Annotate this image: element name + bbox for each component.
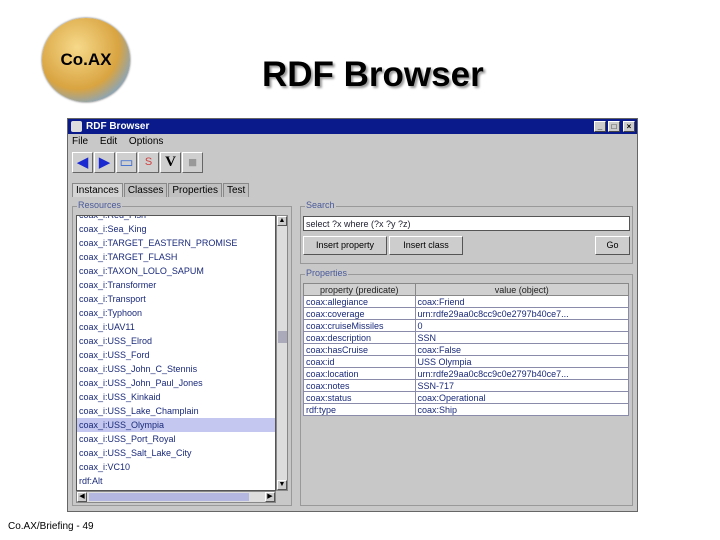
title-bar: RDF Browser _ □ × <box>68 119 637 134</box>
property-row[interactable]: coax:coverage urn:rdfe29aa0c8cc9c0e2797b4… <box>303 307 630 320</box>
resource-list-item[interactable]: coax_i:TARGET_FLASH <box>77 250 275 264</box>
resource-list-item[interactable]: coax_i:USS_John_C_Stennis <box>77 362 275 376</box>
slide-title: RDF Browser <box>262 55 484 94</box>
resource-list-item[interactable]: rdf:Alt <box>77 474 275 488</box>
property-row[interactable]: coax:id USS Olympia <box>303 355 630 368</box>
resource-list-item[interactable]: coax_i:USS_Lake_Champlain <box>77 404 275 418</box>
hscroll-thumb[interactable] <box>89 493 249 501</box>
properties-table: property (predicate) value (object) coax… <box>303 283 630 416</box>
close-button[interactable]: × <box>623 121 635 132</box>
property-value[interactable]: SSN <box>414 331 630 344</box>
scroll-thumb[interactable] <box>278 331 287 343</box>
property-value[interactable]: coax:Friend <box>414 295 630 308</box>
coax-logo: Co.AX <box>42 18 130 102</box>
property-predicate[interactable]: coax:coverage <box>303 307 416 320</box>
maximize-button[interactable]: □ <box>608 121 620 132</box>
resource-list-item[interactable]: coax_i:TARGET_EASTERN_PROMISE <box>77 236 275 250</box>
column-header-property[interactable]: property (predicate) <box>303 283 416 296</box>
tab-test[interactable]: Test <box>222 183 250 197</box>
property-predicate[interactable]: coax:cruiseMissiles <box>303 319 416 332</box>
property-value[interactable]: coax:False <box>414 343 630 356</box>
property-predicate[interactable]: rdf:type <box>303 403 416 416</box>
resource-list-item[interactable]: coax_i:USS_Ford <box>77 348 275 362</box>
resource-list-item[interactable]: coax_i:UAV11 <box>77 320 275 334</box>
property-row[interactable]: coax:cruiseMissiles 0 <box>303 319 630 332</box>
resources-label: Resources <box>77 200 123 210</box>
resource-list-item[interactable]: coax_i:Transport <box>77 292 275 306</box>
property-predicate[interactable]: coax:description <box>303 331 416 344</box>
menu-edit[interactable]: Edit <box>100 136 117 147</box>
search-group: Search <box>300 200 633 264</box>
resource-list-item[interactable]: coax_i:USS_Port_Royal <box>77 432 275 446</box>
logo-text: Co.AX <box>60 50 112 69</box>
property-predicate[interactable]: coax:hasCruise <box>303 343 416 356</box>
rdf-browser-window: RDF Browser _ □ × File Edit Options ◀ ▶ … <box>67 118 638 512</box>
resource-list-item[interactable]: coax_i:Sea_King <box>77 222 275 236</box>
resource-list-item[interactable]: coax_i:USS_Salt_Lake_City <box>77 446 275 460</box>
vertical-scrollbar[interactable]: ▲ ▼ <box>276 215 288 491</box>
column-header-value[interactable]: value (object) <box>414 283 630 296</box>
resource-list-item[interactable]: coax_i:VC10 <box>77 460 275 474</box>
tab-classes[interactable]: Classes <box>123 183 168 197</box>
tab-properties[interactable]: Properties <box>168 183 222 197</box>
tab-instances[interactable]: Instances <box>72 183 123 197</box>
property-row[interactable]: rdf:type coax:Ship <box>303 403 630 416</box>
property-value[interactable]: coax:Ship <box>414 403 630 416</box>
property-row[interactable]: coax:location urn:rdfe29aa0c8cc9c0e2797b4… <box>303 367 630 380</box>
property-value[interactable]: 0 <box>414 319 630 332</box>
resource-list-item[interactable]: coax_i:TAXON_LOLO_SAPUM <box>77 264 275 278</box>
property-predicate[interactable]: coax:location <box>303 367 416 380</box>
resource-list-item[interactable]: coax_i:Typhoon <box>77 306 275 320</box>
property-row[interactable]: coax:allegiance coax:Friend <box>303 295 630 308</box>
app-icon <box>71 121 82 132</box>
property-predicate[interactable]: coax:notes <box>303 379 416 392</box>
search-query-input[interactable] <box>303 216 630 231</box>
insert-class-button[interactable]: Insert class <box>389 236 463 255</box>
property-value[interactable]: urn:rdfe29aa0c8cc9c0e2797b40ce7... <box>414 367 630 380</box>
menu-bar: File Edit Options <box>72 135 172 149</box>
go-button[interactable]: Go <box>595 236 630 255</box>
resource-list-item[interactable]: coax_i:USS_Olympia <box>77 418 275 432</box>
property-value[interactable]: urn:rdfe29aa0c8cc9c0e2797b40ce7... <box>414 307 630 320</box>
property-row[interactable]: coax:hasCruise coax:False <box>303 343 630 356</box>
resource-list-item[interactable]: coax_i:Transformer <box>77 278 275 292</box>
property-predicate[interactable]: coax:status <box>303 391 416 404</box>
property-predicate[interactable]: coax:id <box>303 355 416 368</box>
menu-options[interactable]: Options <box>129 136 163 147</box>
toolbar: ◀ ▶ ▭ S V ■ <box>72 152 203 174</box>
slide-footer: Co.AX/Briefing - 49 <box>8 521 94 532</box>
forward-arrow-icon[interactable]: ▶ <box>94 152 115 173</box>
minimize-button[interactable]: _ <box>594 121 606 132</box>
save-icon[interactable]: ■ <box>182 152 203 173</box>
scroll-up-button[interactable]: ▲ <box>277 216 287 226</box>
open-folder-icon[interactable]: ▭ <box>116 152 137 173</box>
back-arrow-icon[interactable]: ◀ <box>72 152 93 173</box>
window-title: RDF Browser <box>86 121 150 132</box>
property-value[interactable]: coax:Operational <box>414 391 630 404</box>
scroll-down-button[interactable]: ▼ <box>277 480 287 490</box>
resources-list[interactable]: coax_i:Red_Fish coax_i:Sea_King coax_i:TAR… <box>76 215 276 491</box>
horizontal-scrollbar[interactable]: ◀ ▶ <box>76 491 276 503</box>
property-predicate[interactable]: coax:allegiance <box>303 295 416 308</box>
scroll-left-button[interactable]: ◀ <box>77 492 87 502</box>
property-value[interactable]: USS Olympia <box>414 355 630 368</box>
tab-bar: Instances Classes Properties Test <box>72 183 250 197</box>
resource-list-item[interactable]: coax_i:USS_Elrod <box>77 334 275 348</box>
search-label: Search <box>305 200 336 210</box>
property-row[interactable]: coax:status coax:Operational <box>303 391 630 404</box>
resource-list-item[interactable]: coax_i:USS_John_Paul_Jones <box>77 376 275 390</box>
validate-icon[interactable]: V <box>160 152 181 173</box>
resource-list-item[interactable]: coax_i:Red_Fish <box>77 216 275 222</box>
scroll-right-button[interactable]: ▶ <box>265 492 275 502</box>
property-row[interactable]: coax:description SSN <box>303 331 630 344</box>
property-value[interactable]: SSN-717 <box>414 379 630 392</box>
property-row[interactable]: coax:notes SSN-717 <box>303 379 630 392</box>
properties-label: Properties <box>305 268 349 278</box>
insert-property-button[interactable]: Insert property <box>303 236 387 255</box>
resource-list-item[interactable]: coax_i:USS_Kinkaid <box>77 390 275 404</box>
menu-file[interactable]: File <box>72 136 88 147</box>
query-icon[interactable]: S <box>138 152 159 173</box>
